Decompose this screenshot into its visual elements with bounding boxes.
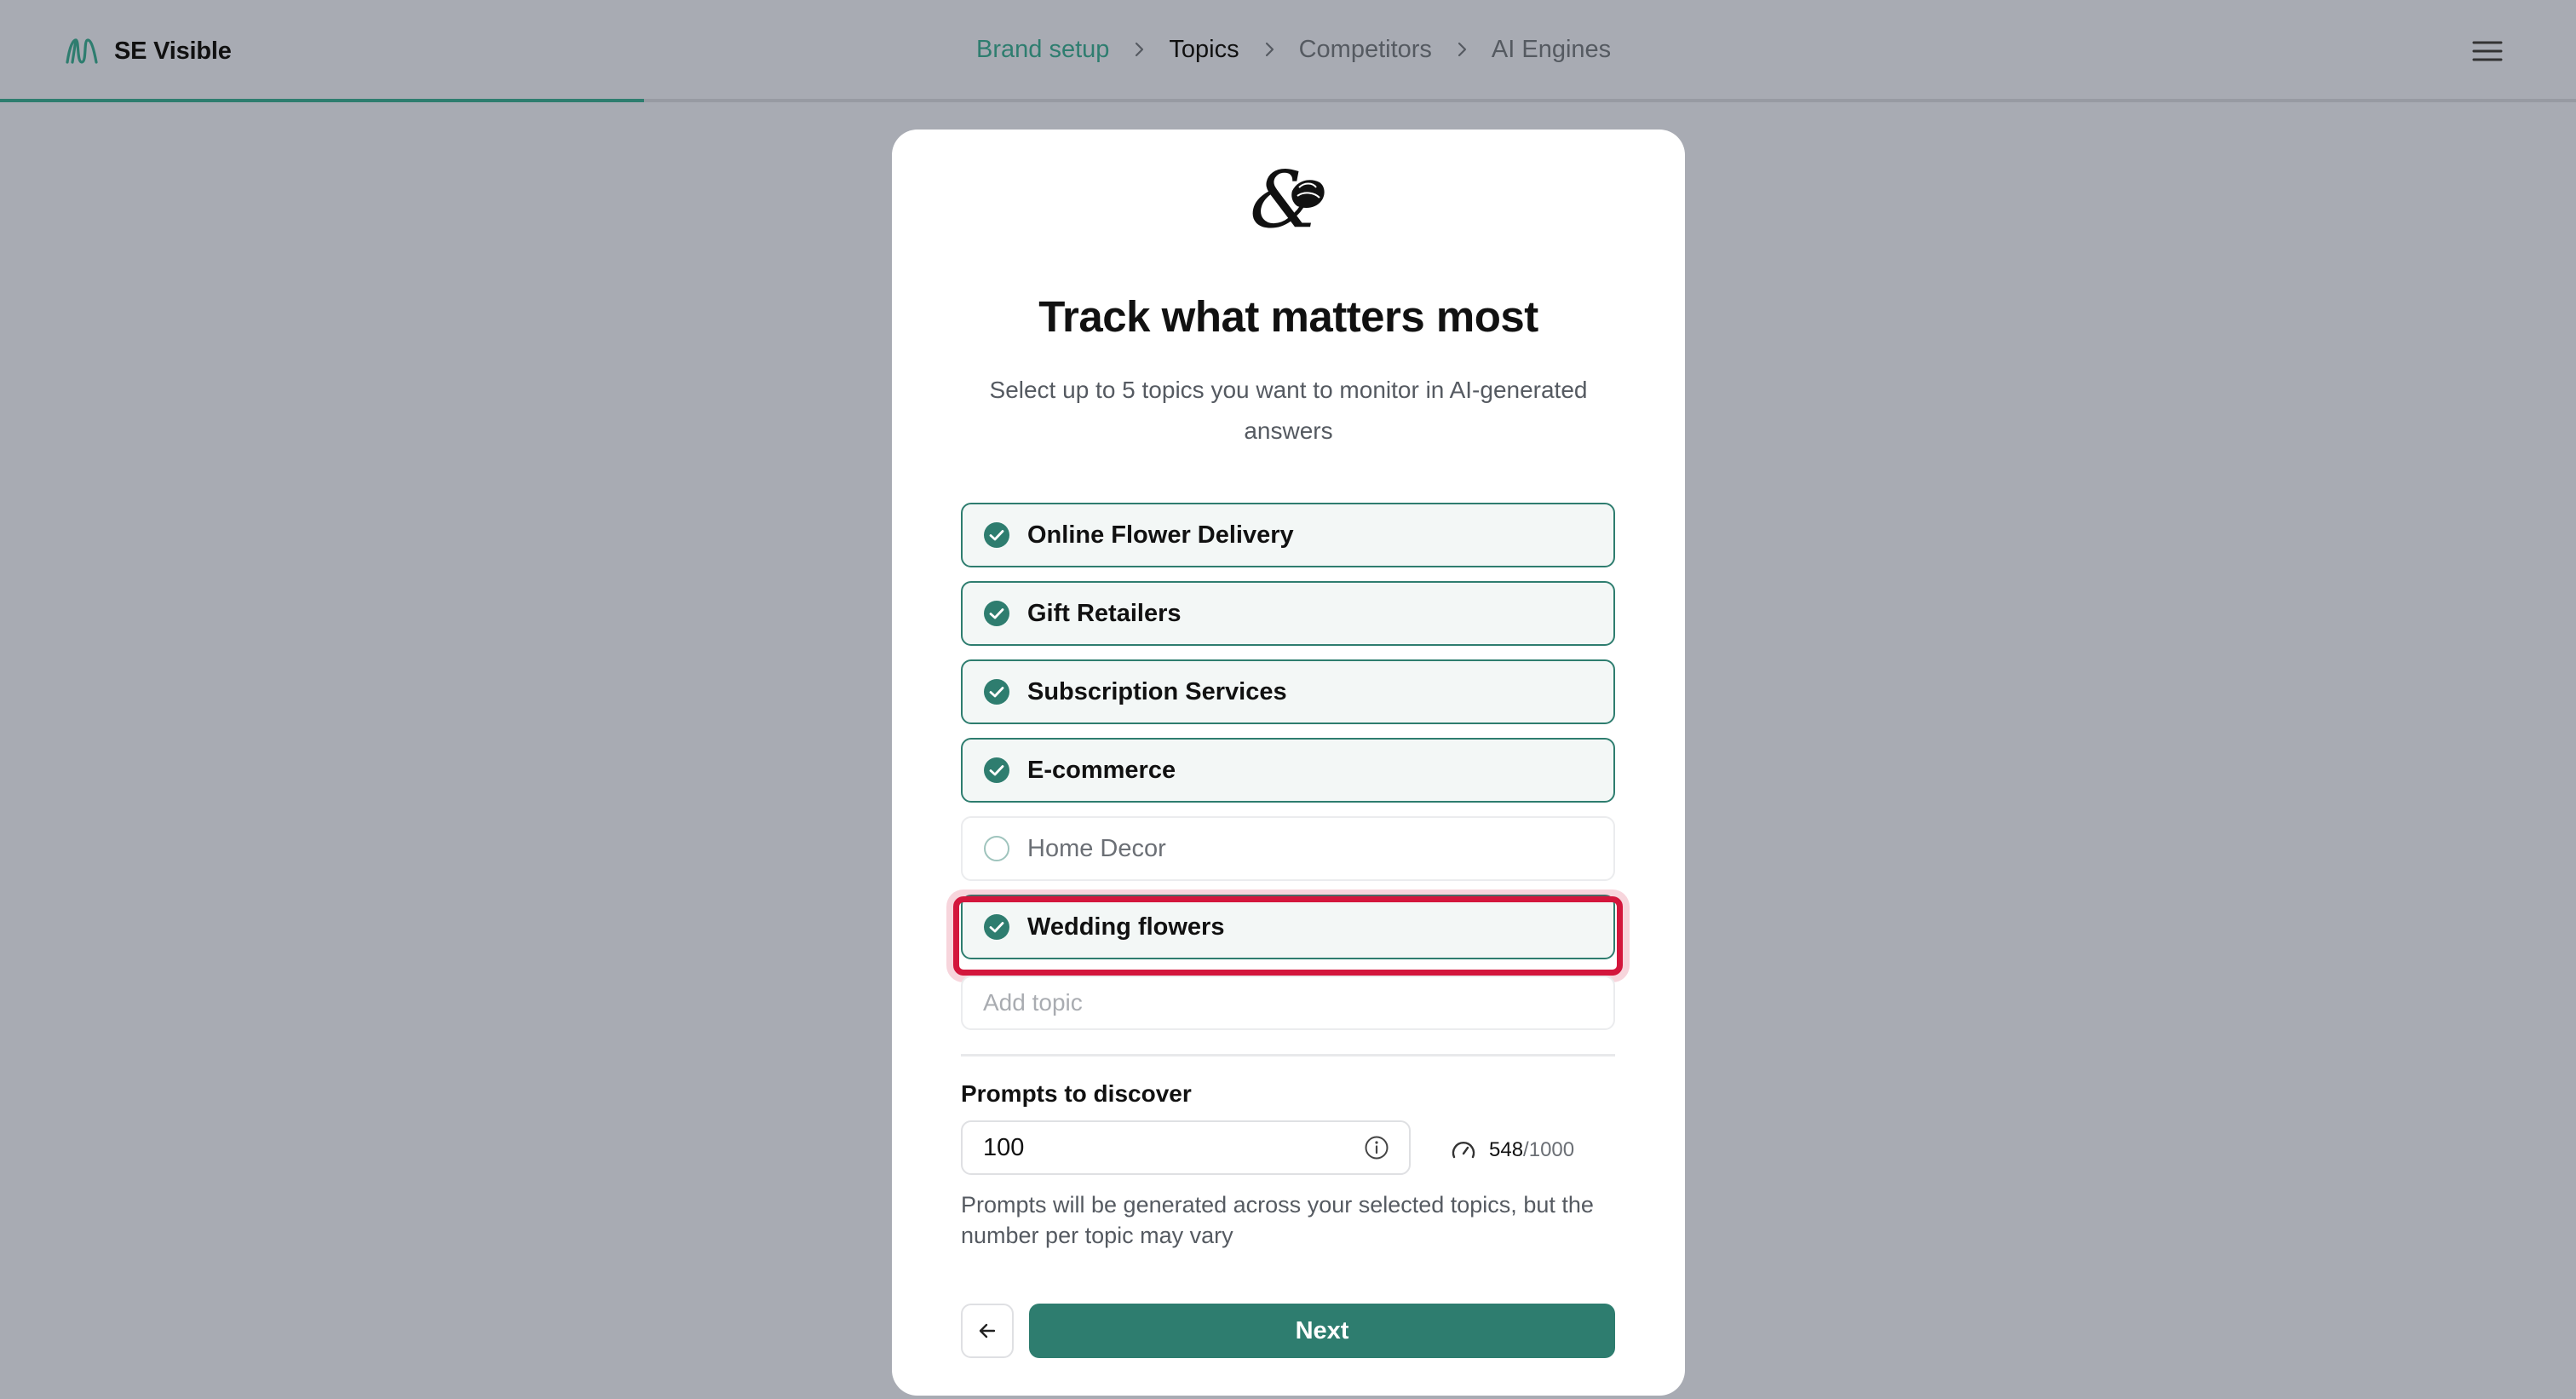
checkbox-unchecked-icon[interactable]	[983, 835, 1010, 862]
topic-label: Online Flower Delivery	[1027, 521, 1294, 549]
info-icon[interactable]	[1363, 1134, 1390, 1161]
topic-option-online-flower-delivery[interactable]: Online Flower Delivery	[961, 503, 1615, 567]
topic-label: E-commerce	[1027, 756, 1176, 784]
breadcrumb-brand-setup[interactable]: Brand setup	[976, 36, 1109, 64]
breadcrumb: Brand setup Topics Competitors AI Engine…	[976, 31, 1611, 68]
next-button[interactable]: Next	[1029, 1304, 1615, 1358]
quota-used: 548	[1489, 1138, 1524, 1161]
chevron-right-icon	[1432, 40, 1492, 59]
topic-option-home-decor[interactable]: Home Decor	[961, 816, 1615, 881]
topic-label: Wedding flowers	[1027, 913, 1225, 941]
back-button[interactable]	[961, 1304, 1014, 1358]
topic-label: Home Decor	[1027, 834, 1166, 862]
prompts-input-field[interactable]	[961, 1120, 1411, 1175]
topic-option-e-commerce[interactable]: E-commerce	[961, 738, 1615, 803]
checkbox-checked-icon[interactable]	[983, 600, 1010, 627]
page-title: Track what matters most	[1038, 292, 1538, 341]
app-name: SE Visible	[114, 37, 232, 65]
topics-card: & Track what matters most Select up to 5…	[892, 130, 1685, 1396]
topic-option-wedding-flowers[interactable]: Wedding flowers	[961, 895, 1615, 959]
breadcrumb-topics: Topics	[1169, 35, 1239, 63]
chevron-right-icon	[1109, 40, 1169, 59]
topic-option-subscription-services[interactable]: Subscription Services	[961, 659, 1615, 724]
top-bar: SE Visible Brand setup Topics Competitor…	[0, 0, 2576, 102]
add-topic-input[interactable]	[961, 976, 1615, 1030]
prompt-quota: 548/1000	[1450, 1133, 1574, 1167]
setup-progress-bar	[0, 99, 644, 102]
topic-label: Gift Retailers	[1027, 599, 1182, 627]
ampersand-flower-logo-icon: &	[1250, 162, 1325, 233]
checkbox-checked-icon[interactable]	[983, 521, 1010, 549]
se-visible-logo-icon	[66, 38, 98, 64]
arrow-left-icon	[979, 1323, 996, 1339]
hamburger-menu-icon[interactable]	[2469, 36, 2506, 66]
prompts-help-text: Prompts will be generated across your se…	[961, 1192, 1594, 1248]
checkbox-checked-icon[interactable]	[983, 678, 1010, 705]
prompts-label: Prompts to discover	[961, 1080, 1192, 1107]
app-brand[interactable]: SE Visible	[65, 32, 232, 70]
page-subtitle: Select up to 5 topics you want to monito…	[989, 377, 1588, 444]
quota-total: /1000	[1523, 1138, 1575, 1161]
checkbox-checked-icon[interactable]	[983, 757, 1010, 784]
section-divider	[961, 1054, 1615, 1056]
topic-option-gift-retailers[interactable]: Gift Retailers	[961, 581, 1615, 646]
breadcrumb-competitors: Competitors	[1298, 35, 1432, 63]
checkbox-checked-icon[interactable]	[983, 913, 1010, 941]
topic-label: Subscription Services	[1027, 677, 1287, 705]
breadcrumb-ai-engines: AI Engines	[1491, 35, 1612, 63]
prompts-count-input[interactable]	[963, 1122, 1354, 1173]
gauge-icon	[1452, 1142, 1475, 1159]
chevron-right-icon	[1239, 40, 1299, 59]
